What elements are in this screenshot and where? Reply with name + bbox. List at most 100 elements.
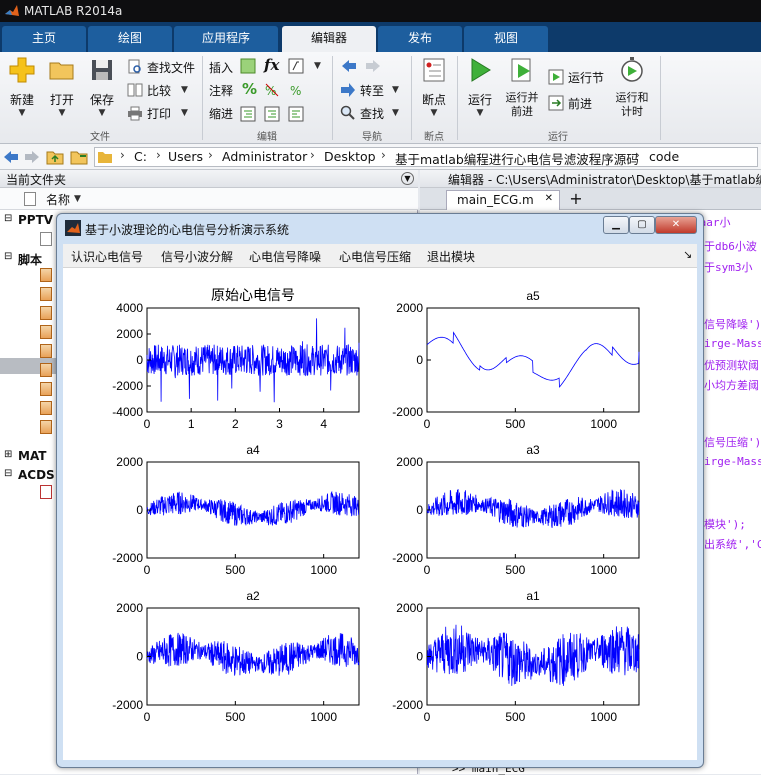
crumb-desktop[interactable]: Desktop [324,149,376,164]
png-file-icon[interactable] [40,485,52,499]
code-line[interactable]: 于db6小波 [704,238,757,254]
menu-wavelet-decompose[interactable]: 信号小波分解 [161,248,233,265]
collapse-toggle-icon[interactable]: ⊟ [4,468,12,479]
crumb-users[interactable]: Users [168,149,203,164]
subplot-original[interactable]: 原始心电信号400020000-2000-40000 1 2 3 4 [112,287,360,431]
back-arrow-icon[interactable] [340,58,358,74]
code-line[interactable]: 信号压缩'); [704,434,761,450]
crumb-drive[interactable]: C: [134,149,147,164]
chevron-down-icon[interactable]: ▼ [314,61,321,71]
new-label: 新建 [9,93,34,107]
run-time-button[interactable]: 运行和计时 [612,56,652,119]
menu-exit-module[interactable]: 退出模块 [427,248,475,265]
advance-button[interactable]: 前进 [548,92,592,114]
format-icon[interactable] [288,58,304,74]
forward-arrow-icon[interactable] [24,149,40,165]
menu-ecg-compress[interactable]: 心电信号压缩 [339,248,411,265]
expand-toggle-icon[interactable]: ⊞ [4,449,12,460]
decrease-indent-icon[interactable] [288,106,304,122]
group-pptv[interactable]: PPTV [18,213,53,227]
y-tick-label: 0 [136,503,143,517]
code-line[interactable]: 于sym3小 [704,259,753,275]
x-tick-label: 1000 [590,563,617,577]
new-tab-button[interactable]: + [564,190,588,210]
subplot-a1[interactable]: a120000-20000 500 1000 [392,589,640,724]
menu-know-ecg[interactable]: 认识心电信号 [71,248,143,265]
name-column-header[interactable]: 名称 ▼ [0,188,418,210]
close-tab-icon[interactable]: ✕ [545,193,553,204]
subplot-a3[interactable]: a320000-20000 500 1000 [392,443,640,577]
crumb-administrator[interactable]: Administrator [222,149,307,164]
code-line[interactable]: 小均方差阈 [704,377,759,393]
m-file-icon[interactable] [40,306,52,320]
compare-button[interactable]: 比较 ▼ [127,79,188,101]
maximize-button[interactable]: ▢ [629,216,655,234]
m-file-icon[interactable] [40,325,52,339]
insert-button[interactable]: 插入 [209,56,233,78]
m-file-icon[interactable] [40,420,52,434]
m-file-icon[interactable] [40,344,52,358]
code-line[interactable]: 信号降噪'); [704,316,761,332]
group-acds[interactable]: ACDS [18,468,55,482]
wrap-comment-icon[interactable]: % [288,82,304,98]
tab-view[interactable]: 视图 [464,26,548,52]
new-button[interactable]: 新建 ▼ [2,56,42,118]
tab-home[interactable]: 主页 [2,26,86,52]
find-button[interactable]: 查找 ▼ [340,102,399,124]
minimize-button[interactable]: ▁ [603,216,629,234]
code-line[interactable]: 优预测软阈 [704,357,759,373]
percent-comment-icon[interactable]: % [242,80,257,98]
code-line[interactable]: irge-Mass [704,337,761,350]
m-file-icon[interactable] [40,382,52,396]
x-tick-label: 0 [144,563,151,577]
up-folder-icon[interactable] [46,149,64,165]
tab-plots[interactable]: 绘图 [88,26,172,52]
back-arrow-icon[interactable] [3,149,19,165]
m-file-icon[interactable] [40,287,52,301]
m-file-icon[interactable] [40,401,52,415]
tab-editor[interactable]: 编辑器 [282,26,376,52]
fx-button[interactable]: fx [264,56,279,74]
comment-button[interactable]: 注释 [209,79,233,101]
open-button[interactable]: 打开 ▼ [42,56,82,118]
code-line[interactable]: 出系统','C [704,536,761,552]
forward-arrow-icon[interactable] [364,58,382,74]
subplot-a4[interactable]: a420000-20000 500 1000 [112,443,360,577]
breakpoints-button[interactable]: 断点 ▼ [414,56,454,118]
run-button[interactable]: 运行 ▼ [460,56,500,118]
goto-button[interactable]: 转至 ▼ [340,79,399,101]
tab-publish[interactable]: 发布 [378,26,462,52]
crumb-code[interactable]: code [649,149,679,164]
stopwatch-icon [621,57,643,82]
code-line[interactable]: irge-Mass [704,455,761,468]
code-line[interactable]: 模块'); [704,516,746,532]
subplot-a5[interactable]: a520000-20000 500 1000 [392,289,640,431]
editor-tab-main-ecg[interactable]: main_ECG.m ✕ [446,190,560,210]
panel-actions-icon[interactable]: ▼ [401,172,414,185]
print-button[interactable]: 打印 ▼ [127,102,188,124]
browse-folder-icon[interactable] [70,149,88,165]
svg-text:%: % [265,84,276,98]
indent-button[interactable]: 缩进 [209,102,233,124]
tab-apps[interactable]: 应用程序 [174,26,278,52]
insert-table-icon[interactable] [240,58,256,74]
run-section-button[interactable]: 运行节 [548,66,604,88]
m-file-icon[interactable] [40,363,52,377]
group-mat[interactable]: MAT [18,449,46,463]
crumb-project-folder[interactable]: 基于matlab编程进行心电信号滤波程序源码 [395,149,639,168]
collapse-toggle-icon[interactable]: ⊟ [4,251,12,262]
image-file-icon[interactable] [40,232,52,246]
save-button[interactable]: 保存 ▼ [82,56,122,118]
subplot-a2[interactable]: a220000-20000 500 1000 [112,589,360,724]
group-scripts[interactable]: 脚本 [18,251,42,268]
find-files-button[interactable]: 查找文件 [127,56,195,78]
dock-arrow-icon[interactable]: ↘ [683,248,692,261]
uncomment-icon[interactable]: % [264,82,280,98]
menu-ecg-denoise[interactable]: 心电信号降噪 [249,248,321,265]
increase-indent-icon[interactable] [264,106,280,122]
m-file-icon[interactable] [40,268,52,282]
collapse-toggle-icon[interactable]: ⊟ [4,213,12,224]
smart-indent-icon[interactable] [240,106,256,122]
run-advance-button[interactable]: 运行并前进 [502,56,542,119]
close-window-button[interactable]: ✕ [655,216,697,234]
